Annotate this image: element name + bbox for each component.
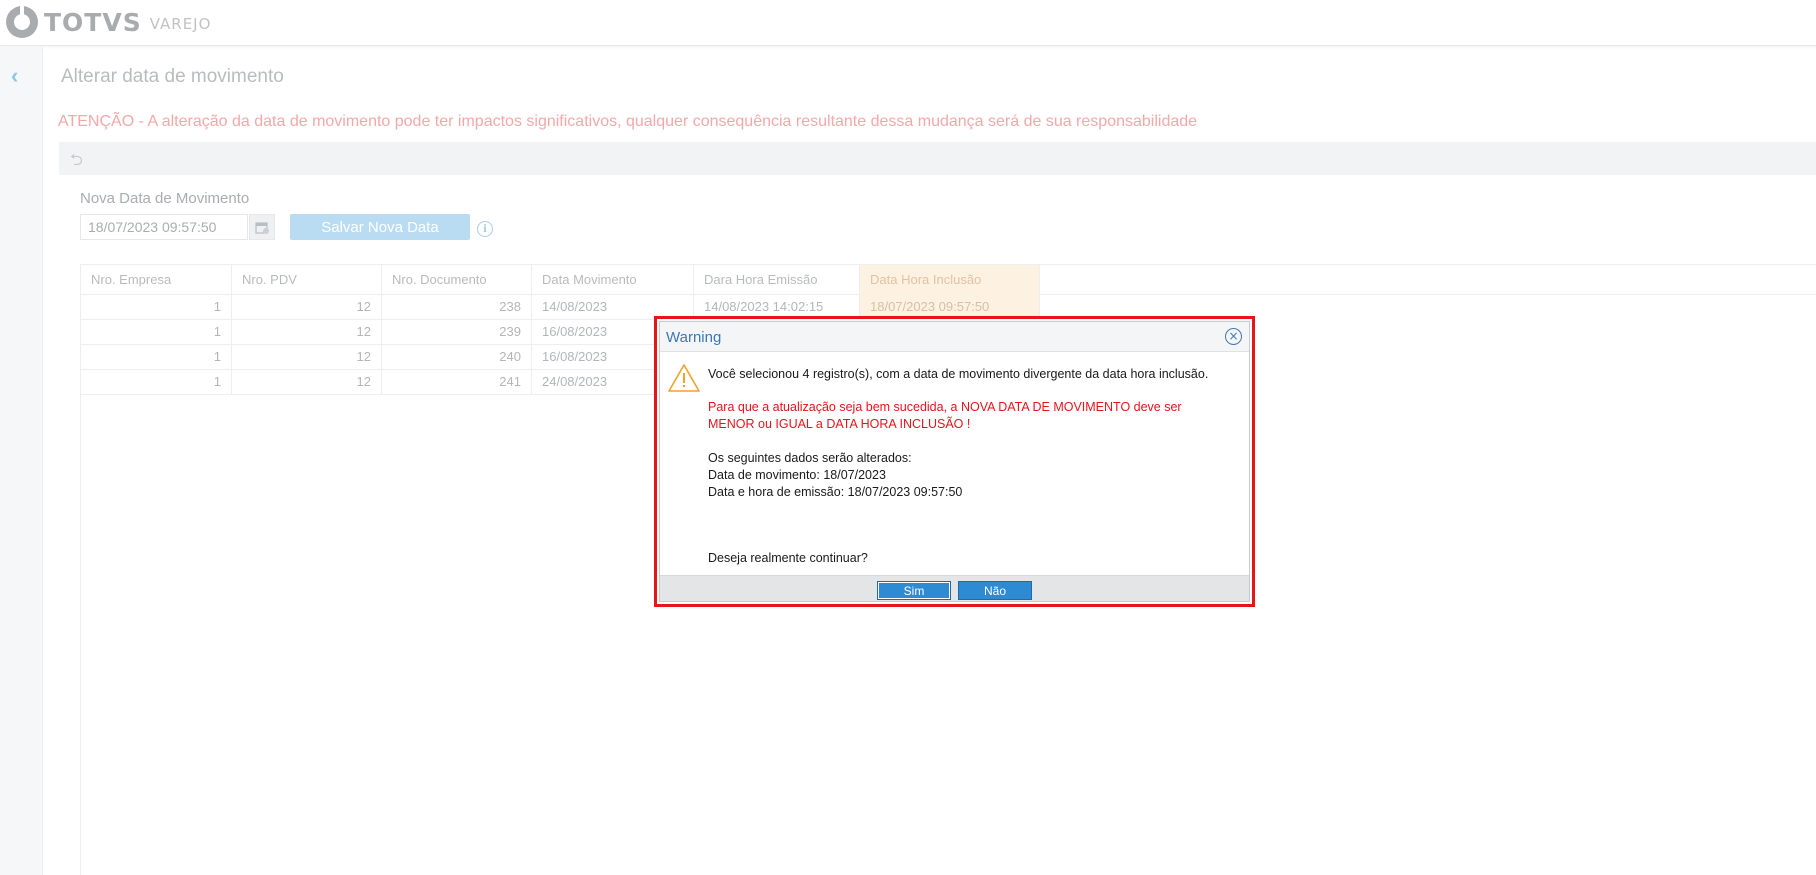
totvs-logo-icon [6, 6, 38, 38]
column-header-empresa[interactable]: Nro. Empresa [81, 265, 232, 295]
cell-empresa: 1 [81, 345, 232, 369]
cell-documento: 241 [382, 370, 532, 394]
column-header-data-hora-inclusao[interactable]: Data Hora Inclusão [860, 265, 1040, 295]
table-header: Nro. Empresa Nro. PDV Nro. Documento Dat… [81, 264, 1816, 295]
new-date-label: Nova Data de Movimento [80, 190, 250, 207]
warning-triangle-icon [668, 364, 700, 392]
dialog-header: Warning × [660, 322, 1249, 352]
toolbar: ⮌ [59, 142, 1816, 175]
warning-dialog-frame: Warning × Você selecionou 4 registro(s),… [659, 321, 1250, 602]
warning-dialog: Warning × Você selecionou 4 registro(s),… [654, 316, 1255, 607]
dialog-message: Você selecionou 4 registro(s), com a dat… [708, 366, 1238, 565]
cell-pdv: 12 [232, 320, 382, 344]
column-header-documento[interactable]: Nro. Documento [382, 265, 532, 295]
calendar-icon [255, 221, 269, 234]
dialog-title: Warning [666, 329, 722, 346]
cell-pdv: 12 [232, 345, 382, 369]
left-rail: ‹ [0, 47, 43, 875]
brand-name: TOTVS [44, 7, 142, 37]
message-requirement-line-2: MENOR ou IGUAL a DATA HORA INCLUSÃO ! [708, 417, 971, 431]
calendar-button[interactable] [249, 214, 275, 240]
message-change-emissao: Data e hora de emissão: 18/07/2023 09:57… [708, 485, 963, 499]
no-button[interactable]: Não [958, 581, 1032, 600]
yes-button[interactable]: Sim [877, 581, 951, 600]
warning-message: ATENÇÃO - A alteração da data de movimen… [58, 113, 1198, 130]
cell-documento: 239 [382, 320, 532, 344]
column-header-pdv[interactable]: Nro. PDV [232, 265, 382, 295]
message-question: Deseja realmente continuar? [708, 551, 868, 565]
cell-pdv: 12 [232, 370, 382, 394]
info-icon[interactable]: i [477, 221, 493, 237]
new-date-input[interactable] [80, 214, 248, 240]
chevron-left-icon[interactable]: ‹ [11, 65, 25, 87]
column-header-data-hora-emissao[interactable]: Dara Hora Emissão [694, 265, 860, 295]
top-bar: TOTVS VAREJO [0, 0, 1816, 46]
dialog-footer: Sim Não [660, 575, 1249, 601]
undo-icon[interactable]: ⮌ [70, 149, 88, 169]
page-title: Alterar data de movimento [61, 66, 284, 87]
save-new-date-button[interactable]: Salvar Nova Data [290, 214, 470, 240]
column-header-data-movimento[interactable]: Data Movimento [532, 265, 694, 295]
message-selection: Você selecionou 4 registro(s), com a dat… [708, 367, 1209, 381]
close-icon[interactable]: × [1225, 328, 1242, 345]
cell-pdv: 12 [232, 295, 382, 319]
cell-documento: 238 [382, 295, 532, 319]
cell-empresa: 1 [81, 295, 232, 319]
cell-empresa: 1 [81, 320, 232, 344]
totvs-logo[interactable]: TOTVS VAREJO [6, 6, 211, 38]
message-requirement-line-1: Para que a atualização seja bem sucedida… [708, 400, 1182, 414]
cell-empresa: 1 [81, 370, 232, 394]
message-change-movimento: Data de movimento: 18/07/2023 [708, 468, 886, 482]
message-changes-intro: Os seguintes dados serão alterados: [708, 451, 912, 465]
cell-documento: 240 [382, 345, 532, 369]
brand-sub: VAREJO [149, 15, 212, 33]
